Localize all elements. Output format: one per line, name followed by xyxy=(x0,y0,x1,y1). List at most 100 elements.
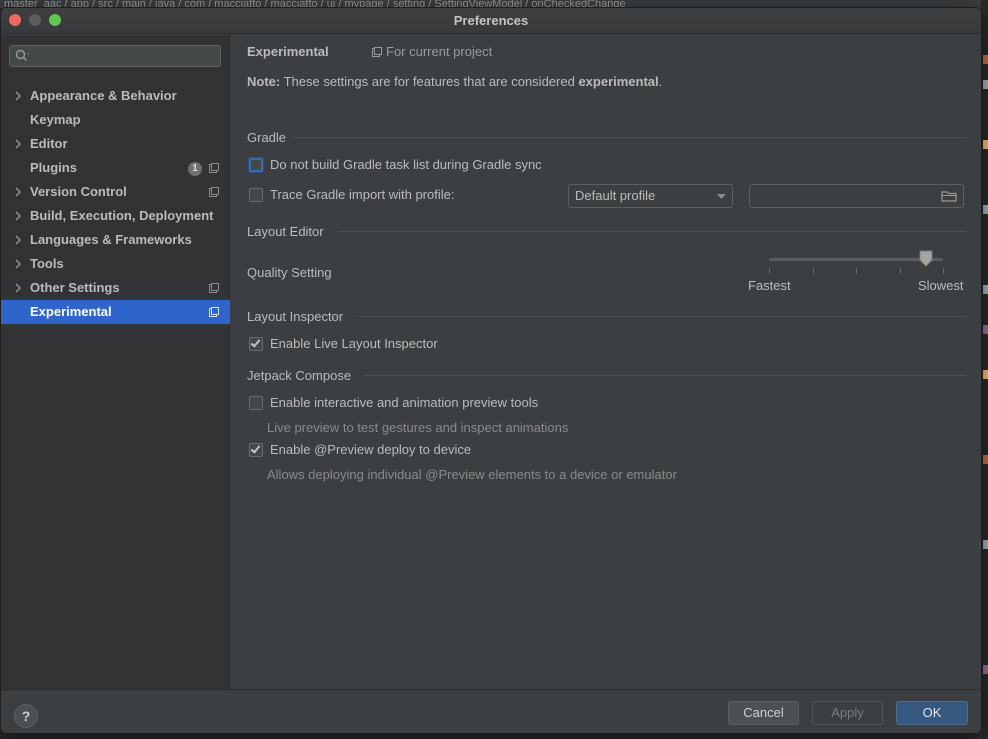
slider-track xyxy=(769,258,943,261)
sidebar-item-editor[interactable]: Editor xyxy=(1,132,230,156)
slider-tick xyxy=(856,268,857,274)
sidebar-item-keymap[interactable]: Keymap xyxy=(1,108,230,132)
animation-preview-hint: Live preview to test gestures and inspec… xyxy=(267,420,569,435)
preview-deploy-checkbox[interactable] xyxy=(249,443,263,457)
code-fragment xyxy=(983,325,988,334)
preview-deploy-option[interactable]: Enable @Preview deploy to device xyxy=(249,442,489,460)
cancel-button[interactable]: Cancel xyxy=(728,701,799,725)
section-divider xyxy=(364,375,967,376)
chevron-right-icon[interactable] xyxy=(13,235,23,245)
settings-search-input[interactable] xyxy=(36,48,216,64)
gradle-task-list-checkbox[interactable] xyxy=(249,158,263,172)
code-fragment xyxy=(983,55,988,64)
live-layout-inspector-option[interactable]: Enable Live Layout Inspector xyxy=(249,336,459,354)
gradle-profile-dropdown[interactable]: Default profile xyxy=(568,184,733,208)
chevron-right-icon[interactable] xyxy=(13,139,23,149)
live-layout-inspector-checkbox[interactable] xyxy=(249,337,263,351)
slider-max-label: Slowest xyxy=(918,278,964,293)
slider-tick xyxy=(900,268,901,274)
section-title-jetpack-compose: Jetpack Compose xyxy=(247,368,352,383)
settings-sidebar: Appearance & Behavior Keymap Editor Plugins… xyxy=(1,35,230,689)
gradle-task-list-option[interactable]: Do not build Gradle task list during Gra… xyxy=(249,157,589,175)
scope-label: For current project xyxy=(386,44,493,59)
section-title-layout-inspector: Layout Inspector xyxy=(247,309,344,324)
folder-icon[interactable] xyxy=(941,190,957,202)
quality-slider[interactable] xyxy=(769,250,945,280)
sidebar-item-label: Appearance & Behavior xyxy=(30,88,177,103)
ok-button[interactable]: OK xyxy=(896,701,968,725)
preview-deploy-hint: Allows deploying individual @Preview ele… xyxy=(267,467,677,482)
code-fragment xyxy=(983,455,988,464)
section-title-layout-editor: Layout Editor xyxy=(247,224,324,239)
animation-preview-checkbox[interactable] xyxy=(249,396,263,410)
slider-tick xyxy=(769,268,770,274)
scope-indicator: For current project xyxy=(372,44,492,59)
chevron-right-icon[interactable] xyxy=(13,283,23,293)
animation-preview-label: Enable interactive and animation preview… xyxy=(270,395,539,410)
section-divider xyxy=(357,316,967,317)
gradle-task-list-label: Do not build Gradle task list during Gra… xyxy=(270,157,542,172)
sidebar-item-label: Experimental xyxy=(30,304,112,319)
slider-tick xyxy=(813,268,814,274)
checkmark-icon xyxy=(250,337,261,348)
project-scope-icon xyxy=(209,187,219,197)
code-fragment xyxy=(983,370,988,379)
sidebar-item-label: Version Control xyxy=(30,184,127,199)
help-button[interactable]: ? xyxy=(14,704,38,728)
project-scope-icon xyxy=(209,283,219,293)
title-bar: Preferences xyxy=(1,8,981,34)
slider-min-label: Fastest xyxy=(748,278,791,293)
code-fragment xyxy=(983,80,988,89)
sidebar-item-label: Languages & Frameworks xyxy=(30,232,192,247)
sidebar-item-version-control[interactable]: Version Control xyxy=(1,180,230,204)
animation-preview-option[interactable]: Enable interactive and animation preview… xyxy=(249,395,569,413)
search-icon xyxy=(15,49,29,61)
sidebar-item-experimental[interactable]: Experimental xyxy=(1,300,230,324)
sidebar-item-label: Tools xyxy=(30,256,64,271)
plugin-update-badge: 1 xyxy=(188,162,202,176)
preview-deploy-label: Enable @Preview deploy to device xyxy=(270,442,472,457)
project-scope-icon xyxy=(209,163,219,173)
project-scope-icon xyxy=(209,307,219,317)
note-prefix: Note: xyxy=(247,74,281,89)
chevron-down-icon xyxy=(717,194,726,199)
chevron-right-icon[interactable] xyxy=(13,187,23,197)
note-emphasis: experimental xyxy=(578,74,659,89)
chevron-right-icon[interactable] xyxy=(13,91,23,101)
sidebar-item-label: Keymap xyxy=(30,112,81,127)
code-fragment xyxy=(983,205,988,214)
note-text: These settings are for features that are… xyxy=(280,74,579,89)
page-title: Experimental xyxy=(247,44,329,59)
chevron-right-icon[interactable] xyxy=(13,259,23,269)
sidebar-item-build-execution-deployment[interactable]: Build, Execution, Deployment xyxy=(1,204,230,228)
section-title-gradle: Gradle xyxy=(247,130,287,145)
gradle-profile-path-field[interactable] xyxy=(749,184,964,208)
sidebar-item-label: Other Settings xyxy=(30,280,120,295)
code-fragment xyxy=(983,540,988,549)
quality-setting-label: Quality Setting xyxy=(247,265,332,280)
section-divider xyxy=(338,231,967,232)
window-title: Preferences xyxy=(453,13,529,28)
note-suffix: . xyxy=(658,74,663,89)
sidebar-item-plugins[interactable]: Plugins 1 xyxy=(1,156,230,180)
gradle-profile-value: Default profile xyxy=(575,188,656,203)
trace-gradle-import-label: Trace Gradle import with profile: xyxy=(270,187,455,202)
project-scope-icon xyxy=(372,47,382,57)
apply-button[interactable]: Apply xyxy=(812,701,883,725)
slider-tick xyxy=(943,268,944,274)
settings-search-box[interactable] xyxy=(9,45,221,67)
trace-gradle-import-checkbox[interactable] xyxy=(249,188,263,202)
sidebar-item-other-settings[interactable]: Other Settings xyxy=(1,276,230,300)
sidebar-item-languages-and-frameworks[interactable]: Languages & Frameworks xyxy=(1,228,230,252)
trace-gradle-import-option[interactable]: Trace Gradle import with profile: xyxy=(249,187,489,205)
settings-content: Experimental For current project Note: T… xyxy=(231,35,981,689)
sidebar-item-tools[interactable]: Tools xyxy=(1,252,230,276)
sidebar-item-label: Plugins xyxy=(30,160,77,175)
sidebar-item-label: Build, Execution, Deployment xyxy=(30,208,214,223)
sidebar-item-appearance-and-behavior[interactable]: Appearance & Behavior xyxy=(1,84,230,108)
chevron-right-icon[interactable] xyxy=(13,211,23,221)
preferences-window: Preferences Appearance & Behavior Keymap E… xyxy=(0,7,982,734)
experimental-note: Note: These settings are for features th… xyxy=(247,74,662,89)
dialog-footer: ? Cancel Apply OK xyxy=(1,689,981,733)
slider-thumb[interactable] xyxy=(919,250,933,267)
